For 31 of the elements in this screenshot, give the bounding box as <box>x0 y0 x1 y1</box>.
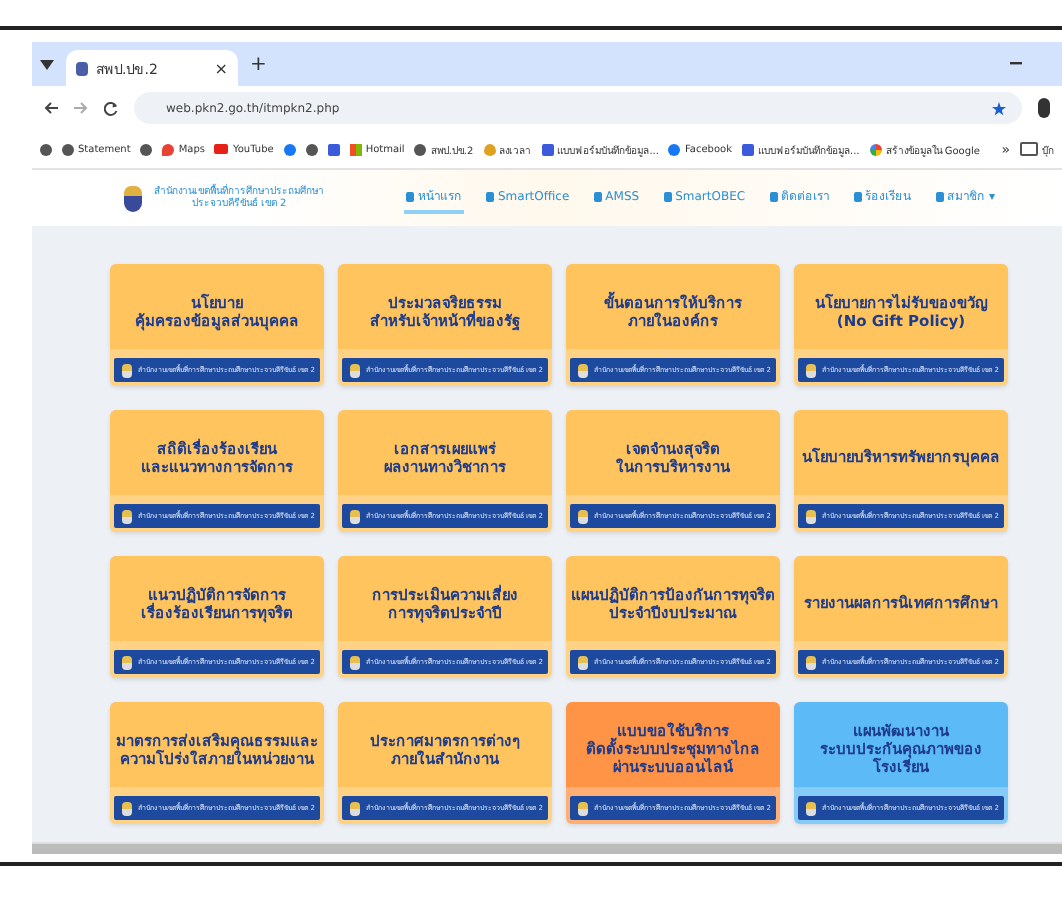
scrollbar[interactable] <box>32 842 1062 854</box>
reload-icon[interactable] <box>104 101 118 115</box>
site-icon <box>76 61 88 75</box>
tab-list-icon[interactable] <box>40 59 54 69</box>
emblem-icon <box>578 655 588 669</box>
profile-icon[interactable] <box>1038 98 1050 118</box>
emblem-icon <box>122 655 132 669</box>
emblem-icon <box>806 509 816 523</box>
emblem-icon <box>578 801 588 815</box>
emblem-icon <box>350 363 360 377</box>
globe-icon[interactable] <box>305 143 318 155</box>
emblem-icon <box>122 363 132 377</box>
emblem-icon <box>122 509 132 523</box>
globe-icon[interactable] <box>140 143 153 155</box>
emblem-icon <box>806 801 816 815</box>
facebook-icon[interactable] <box>283 143 296 155</box>
globe-icon[interactable] <box>40 143 52 155</box>
emblem-icon <box>124 185 142 211</box>
new-tab-button[interactable]: + <box>250 53 267 75</box>
emblem-icon <box>806 655 816 669</box>
emblem-icon <box>350 655 360 669</box>
emblem-icon <box>578 363 588 377</box>
emblem-icon <box>350 509 360 523</box>
emblem-icon <box>578 509 588 523</box>
back-icon[interactable] <box>44 102 58 114</box>
close-tab-button[interactable]: × <box>214 59 228 77</box>
emblem-icon <box>350 801 360 815</box>
star-icon[interactable] <box>992 101 1006 115</box>
document-icon[interactable] <box>327 143 340 155</box>
emblem-icon <box>122 801 132 815</box>
emblem-icon <box>806 363 816 377</box>
